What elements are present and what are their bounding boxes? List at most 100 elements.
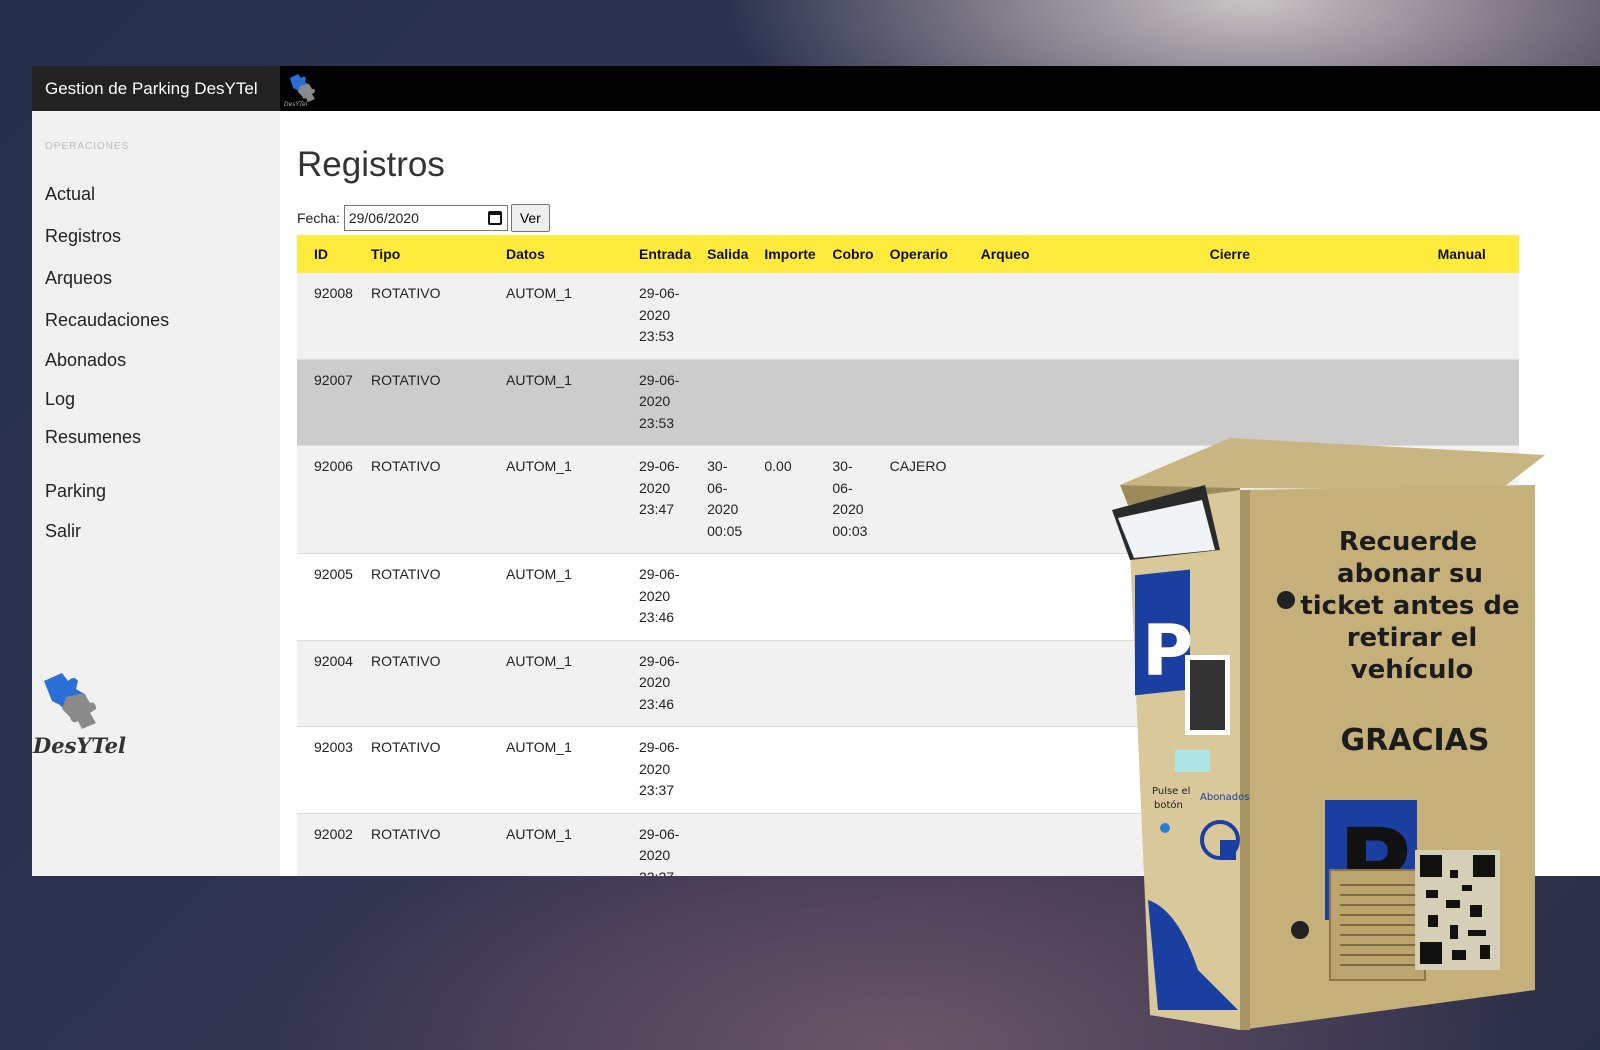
app-title[interactable]: Gestion de Parking DesYTel	[32, 66, 280, 111]
cell-datos: AUTOM_1	[498, 640, 631, 727]
cell-entrada-line: 2020	[639, 847, 671, 863]
cell-operario	[881, 553, 973, 641]
cell-entrada-line: 29-06-	[639, 825, 680, 842]
cell-id: 92002	[297, 813, 363, 876]
cell-datos: AUTOM_1	[498, 726, 631, 814]
header-operario[interactable]: Operario	[881, 235, 973, 273]
cell-id: 92003	[297, 726, 363, 814]
cell-tipo: ROTATIVO	[363, 273, 498, 360]
cell-entrada-line: 29-06-	[639, 285, 680, 301]
cell-entrada-line: 29-06-	[639, 458, 680, 474]
cell-entrada: 29-06- 2020 23:37	[631, 726, 700, 814]
cell-cobro-line: 00:03	[832, 522, 868, 539]
cell-cobro: 30- 06- 2020 00:03	[824, 445, 882, 554]
header-entrada[interactable]: Entrada	[631, 235, 700, 273]
sidebar-item-registros[interactable]: Registros	[45, 226, 121, 247]
date-label: Fecha:	[297, 210, 340, 226]
cell-importe	[756, 359, 825, 446]
cell-entrada: 29-06- 2020 23:46	[631, 553, 700, 641]
parking-pay-kiosk-photo: P Pulse el botón Abonados Recuerde abona…	[1112, 438, 1545, 1030]
sidebar-item-recaudaciones[interactable]: Recaudaciones	[45, 310, 169, 331]
cell-entrada-line: 2020	[639, 674, 671, 690]
cell-operario	[881, 273, 973, 360]
top-navbar: Gestion de Parking DesYTel DesYTel	[32, 66, 1600, 111]
header-tipo[interactable]: Tipo	[363, 235, 498, 273]
table-row[interactable]: 92008 ROTATIVO AUTOM_1 29-06- 2020 23:53	[297, 273, 1519, 360]
kiosk-push-button-icon	[1160, 823, 1170, 833]
header-salida[interactable]: Salida	[699, 235, 757, 273]
header-cobro[interactable]: Cobro	[824, 235, 882, 273]
cell-entrada-line: 2020	[639, 587, 671, 604]
date-input[interactable]: 29/06/2020	[343, 205, 508, 231]
cell-entrada: 29-06- 2020 23:27	[631, 813, 700, 876]
cell-entrada-line: 2020	[639, 760, 671, 777]
cell-id: 92004	[297, 640, 363, 727]
cell-operario	[881, 640, 973, 727]
cell-arqueo	[972, 273, 1202, 360]
cell-tipo: ROTATIVO	[363, 553, 498, 641]
kiosk-subscribers-label: Abonados	[1200, 792, 1249, 803]
cell-entrada-line: 23:53	[639, 328, 675, 344]
header-importe[interactable]: Importe	[756, 235, 825, 273]
header-arqueo[interactable]: Arqueo	[972, 235, 1202, 273]
cell-importe	[756, 640, 825, 727]
cell-id: 92006	[297, 445, 363, 554]
cell-entrada-line: 23:47	[639, 501, 675, 517]
cell-entrada-line: 2020	[639, 306, 671, 323]
kiosk-thanks: GRACIAS	[1341, 723, 1490, 758]
header-cierre[interactable]: Cierre	[1201, 235, 1430, 273]
cell-entrada-line: 23:46	[639, 695, 675, 712]
svg-text:DesYTel: DesYTel	[284, 101, 308, 108]
cell-cobro-line: 30-	[832, 458, 853, 474]
cell-manual	[1429, 273, 1519, 360]
cell-entrada-line: 2020	[639, 393, 671, 409]
sidebar-item-actual[interactable]: Actual	[45, 184, 95, 205]
cell-salida	[699, 553, 757, 641]
header-datos[interactable]: Datos	[498, 235, 631, 273]
cell-cobro	[824, 553, 882, 641]
cell-cobro-line: 2020	[832, 501, 864, 517]
header-id[interactable]: ID	[297, 235, 363, 273]
table-header-row: ID Tipo Datos Entrada Salida Importe Cob…	[297, 235, 1519, 273]
cell-entrada-line: 2020	[639, 479, 671, 496]
date-value: 29/06/2020	[348, 210, 419, 226]
cell-datos: AUTOM_1	[498, 445, 631, 554]
cell-datos: AUTOM_1	[498, 813, 631, 876]
cell-cierre	[1201, 273, 1430, 360]
calendar-icon[interactable]	[487, 211, 502, 225]
header-manual[interactable]: Manual	[1429, 235, 1519, 273]
cell-tipo: ROTATIVO	[363, 813, 498, 876]
cell-salida-line: 06-	[707, 479, 728, 496]
sidebar-item-salir[interactable]: Salir	[45, 521, 81, 542]
cell-cobro	[824, 813, 882, 876]
cell-tipo: ROTATIVO	[363, 445, 498, 554]
cell-entrada-line: 29-06-	[639, 566, 680, 582]
sidebar-item-arqueos[interactable]: Arqueos	[45, 268, 112, 289]
cell-entrada-line: 29-06-	[639, 371, 680, 388]
cell-datos: AUTOM_1	[498, 359, 631, 446]
kiosk-sign-line-5: vehículo	[1351, 655, 1474, 685]
sidebar-heading: OPERACIONES	[45, 141, 130, 152]
cell-cobro-line: 06-	[832, 479, 853, 496]
desytel-puzzle-logo-icon: DesYTel	[284, 74, 315, 108]
cell-salida-line: 00:05	[707, 522, 743, 539]
sidebar-item-parking[interactable]: Parking	[45, 481, 106, 502]
kiosk-button-label-2: botón	[1154, 799, 1183, 811]
cell-entrada: 29-06- 2020 23:46	[631, 640, 700, 727]
cell-salida	[699, 640, 757, 727]
cell-salida-line: 2020	[707, 501, 739, 517]
cell-entrada-line: 23:46	[639, 609, 675, 625]
cell-entrada: 29-06- 2020 23:47	[631, 445, 700, 554]
ver-button[interactable]: Ver	[510, 204, 550, 232]
kiosk-sign-line-3: ticket antes de	[1300, 591, 1519, 621]
sidebar-item-log[interactable]: Log	[45, 389, 75, 410]
sidebar-item-abonados[interactable]: Abonados	[45, 350, 126, 371]
sidebar-item-resumenes[interactable]: Resumenes	[45, 427, 141, 448]
cell-id: 92008	[297, 273, 363, 360]
cell-tipo: ROTATIVO	[363, 359, 498, 446]
cell-importe	[756, 726, 825, 814]
cell-entrada: 29-06- 2020 23:53	[631, 359, 700, 446]
cell-tipo: ROTATIVO	[363, 726, 498, 814]
cell-entrada: 29-06- 2020 23:53	[631, 273, 700, 360]
cell-salida	[699, 273, 757, 360]
